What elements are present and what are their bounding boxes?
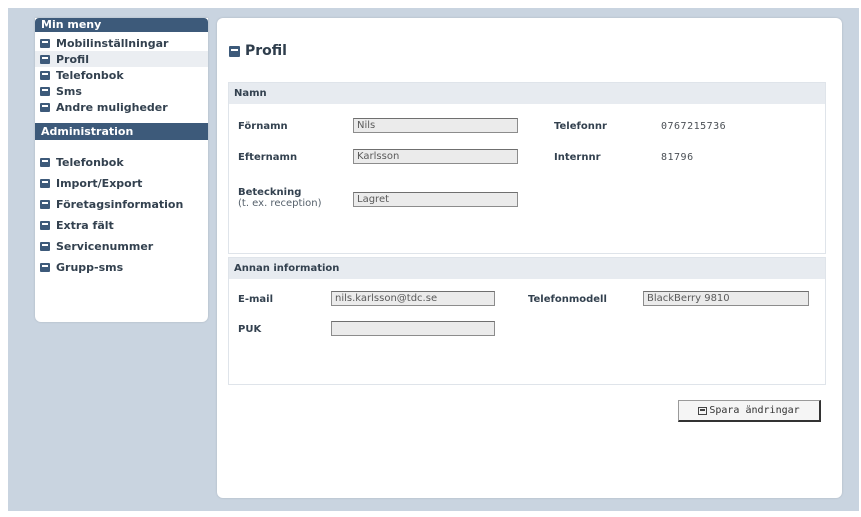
sidebar-item-company-info[interactable]: Företagsinformation [35,194,208,215]
sidebar-item-admin-phonebook[interactable]: Telefonbok [35,152,208,173]
sidebar-item-import-export[interactable]: Import/Export [35,173,208,194]
internal-number-value: 81796 [661,152,694,163]
sidebar-item-label: Grupp-sms [56,261,124,274]
phone-model-field[interactable] [643,291,809,306]
group-sms-icon [40,263,50,272]
my-menu-list: Mobilinställningar Profil Telefonbok Sms… [35,32,208,115]
sidebar-item-label: Telefonbok [56,68,124,82]
designation-label-text: Beteckning [238,187,302,198]
save-changes-button[interactable]: Spara ändringar [678,400,821,422]
name-section-header: Namn [229,83,825,104]
save-icon [698,406,708,415]
sidebar-item-sms[interactable]: Sms [35,83,208,99]
sidebar: Min meny Mobilinställningar Profil Telef… [35,18,208,322]
sidebar-item-group-sms[interactable]: Grupp-sms [35,257,208,278]
phone-number-label: Telefonnr [554,121,607,132]
phone-model-label: Telefonmodell [528,294,607,305]
sidebar-item-label: Andre muligheder [56,100,168,114]
sidebar-item-extra-fields[interactable]: Extra fält [35,215,208,236]
sidebar-item-phonebook[interactable]: Telefonbok [35,67,208,83]
sidebar-item-label: Företagsinformation [56,198,184,211]
profile-icon [229,45,240,57]
last-name-field[interactable] [353,149,518,164]
company-icon [40,200,50,209]
administration-header: Administration [35,123,208,140]
profile-icon [40,54,50,64]
sidebar-item-label: Profil [56,52,89,66]
sidebar-item-label: Extra fält [56,219,114,232]
import-export-icon [40,179,50,188]
page-title-text: Profil [245,43,287,59]
phone-number-value: 0767215736 [661,121,727,132]
service-icon [40,242,50,251]
sidebar-item-service-number[interactable]: Servicenummer [35,236,208,257]
extra-field-icon [40,221,50,230]
last-name-label: Efternamn [238,152,298,163]
phonebook-icon [40,158,50,167]
sidebar-item-label: Mobilinställningar [56,36,169,50]
other-info-section: Annan information E-mail PUK Telefonmode… [228,257,826,385]
sidebar-item-label: Telefonbok [56,156,124,169]
sidebar-item-label: Import/Export [56,177,143,190]
administration-list: Telefonbok Import/Export Företagsinforma… [35,140,208,278]
my-menu-header: Min meny [35,18,208,32]
first-name-label: Förnamn [238,121,288,132]
save-changes-label: Spara ändringar [709,405,800,416]
other-info-section-header: Annan information [229,258,825,279]
puk-field[interactable] [331,321,495,336]
email-label: E-mail [238,294,274,305]
sidebar-item-label: Sms [56,84,82,98]
phonebook-icon [40,70,50,80]
info-icon [40,102,50,112]
name-section: Namn Förnamn Efternamn Beteckning (t. ex… [228,82,826,254]
first-name-field[interactable] [353,118,518,133]
email-field[interactable] [331,291,495,306]
page-title: Profil [229,43,287,59]
internal-number-label: Internnr [554,152,601,163]
puk-label: PUK [238,324,262,335]
settings-icon [40,38,50,48]
main-panel: Profil Namn Förnamn Efternamn Beteckning… [217,18,842,498]
sidebar-item-label: Servicenummer [56,240,154,253]
sidebar-item-other-options[interactable]: Andre muligheder [35,99,208,115]
designation-field[interactable] [353,192,518,207]
designation-label: Beteckning (t. ex. reception) [238,187,322,209]
sidebar-item-mobile-settings[interactable]: Mobilinställningar [35,35,208,51]
sms-icon [40,86,50,96]
designation-hint: (t. ex. reception) [238,198,322,209]
sidebar-item-profile[interactable]: Profil [35,51,208,67]
